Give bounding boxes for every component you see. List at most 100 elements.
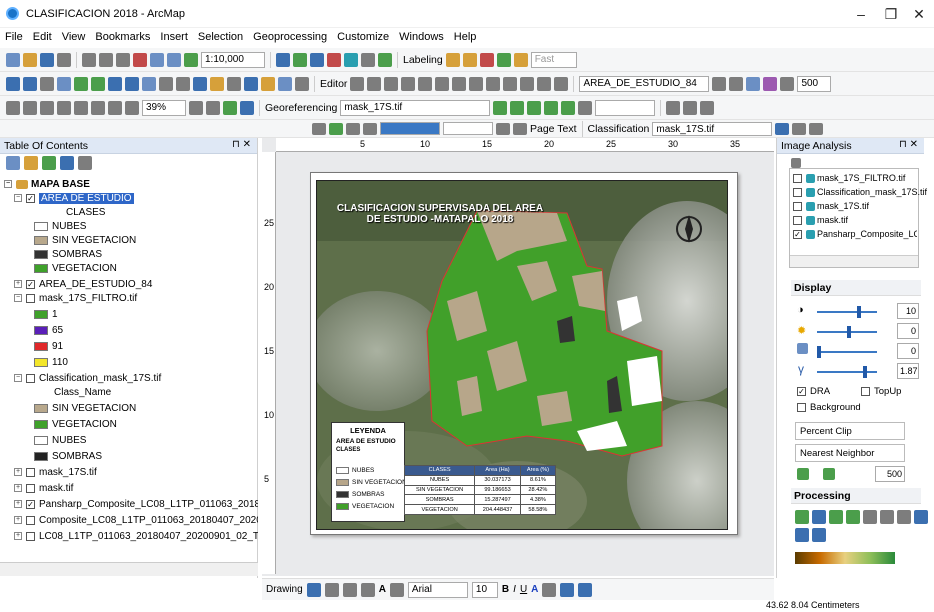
print-icon[interactable]: [57, 52, 71, 67]
list-by-selection-icon[interactable]: [60, 156, 74, 170]
shadow-icon[interactable]: [897, 510, 911, 524]
list-item[interactable]: mask_17S_FILTRO.tif: [793, 171, 905, 185]
target-layer-select[interactable]: AREA_DE_ESTUDIO_84: [579, 75, 710, 92]
first-page-icon[interactable]: [346, 122, 360, 135]
cut-icon[interactable]: [82, 52, 96, 67]
editor-menu[interactable]: Editor: [320, 78, 347, 90]
georef-layer-select[interactable]: mask_17S.tif: [340, 99, 491, 116]
georeferencing-menu[interactable]: Georeferencing: [265, 102, 337, 114]
brightness-value[interactable]: 0: [897, 323, 919, 339]
add-control-points-icon[interactable]: [493, 100, 508, 115]
list-item[interactable]: Classification_mask_17S.tif: [793, 185, 927, 199]
label-weight-icon[interactable]: [513, 52, 528, 67]
resampling-select[interactable]: Nearest Neighbor: [795, 444, 905, 462]
menu-view[interactable]: View: [57, 28, 91, 46]
view-unplaced-icon[interactable]: [496, 52, 511, 67]
labeling-menu[interactable]: Labeling: [403, 54, 443, 66]
toc-row[interactable]: 1: [34, 308, 58, 322]
map-scale-field[interactable]: 1:10,000: [201, 51, 265, 68]
clip-icon[interactable]: [795, 510, 809, 524]
cut-polygons-icon[interactable]: [469, 76, 484, 91]
toc-row[interactable]: + LC08_L1TP_011063_20180407_20200901_02_T…: [14, 530, 258, 544]
fixed-zoom-out-icon[interactable]: [91, 76, 105, 91]
toc-row[interactable]: 110: [34, 356, 68, 370]
menu-file[interactable]: File: [0, 28, 28, 46]
full-extent-icon[interactable]: [57, 76, 71, 91]
list-item[interactable]: ✓Pansharp_Composite_LC08_L: [793, 227, 917, 241]
font-size-select[interactable]: 10: [471, 581, 498, 598]
swipe-icon[interactable]: [746, 76, 761, 91]
transparency-slider-thumb[interactable]: [817, 346, 821, 358]
menu-windows[interactable]: Windows: [394, 28, 449, 46]
last-page-icon[interactable]: [513, 122, 527, 135]
ndvi-icon[interactable]: [829, 510, 843, 524]
flicker-rate-value[interactable]: 500: [875, 466, 905, 482]
brightness-slider-thumb[interactable]: [847, 326, 851, 338]
grid-icon[interactable]: [666, 100, 681, 115]
shift-icon[interactable]: [527, 100, 542, 115]
processing-section-header[interactable]: Processing: [791, 488, 921, 504]
minimize-button[interactable]: –: [846, 4, 876, 24]
layer-list-scrollbar[interactable]: [790, 255, 918, 267]
toc-row[interactable]: + mask.tif: [14, 482, 73, 496]
add-data-icon[interactable]: [184, 52, 198, 67]
zoom-in-icon[interactable]: [6, 76, 20, 91]
bold-icon[interactable]: B: [502, 584, 509, 595]
create-features-icon[interactable]: [554, 76, 569, 91]
page-number-field[interactable]: [443, 122, 493, 135]
list-item[interactable]: mask.tif: [793, 213, 848, 227]
graphics-icon[interactable]: [809, 122, 824, 135]
toc-row[interactable]: SOMBRAS: [34, 248, 102, 262]
underline-icon[interactable]: U: [520, 584, 527, 595]
viewer-icon[interactable]: [295, 76, 309, 91]
modelbuilder-icon[interactable]: [378, 52, 392, 67]
list-by-source-icon[interactable]: [24, 156, 38, 170]
swipe-icon[interactable]: [797, 468, 809, 480]
georef-value-field[interactable]: [595, 99, 656, 116]
straight-segment-icon[interactable]: [384, 76, 399, 91]
list-by-drawing-order-icon[interactable]: [6, 156, 20, 170]
toc-row[interactable]: SIN VEGETACION: [34, 234, 136, 248]
callout-icon[interactable]: [389, 582, 404, 597]
close-button[interactable]: ✕: [904, 4, 934, 24]
pan-icon[interactable]: [40, 76, 54, 91]
rotate-georef-icon[interactable]: [510, 100, 525, 115]
effects-icon[interactable]: [729, 76, 744, 91]
edit-annotation-icon[interactable]: [367, 76, 382, 91]
transparency-slider[interactable]: [817, 351, 877, 353]
focus-data-frame-icon[interactable]: [206, 100, 220, 115]
flicker-icon[interactable]: [823, 468, 835, 480]
export-icon[interactable]: [914, 510, 928, 524]
topup-checkbox[interactable]: TopUp: [861, 386, 901, 397]
point-icon[interactable]: [418, 76, 433, 91]
pin-icon[interactable]: ⊓ ✕: [899, 139, 918, 150]
page-layer-icon[interactable]: [329, 122, 343, 135]
toc-row[interactable]: NUBES: [34, 434, 86, 448]
drawing-menu[interactable]: Drawing: [266, 584, 303, 595]
flicker-icon[interactable]: [763, 76, 778, 91]
sample-manager-icon[interactable]: [792, 122, 807, 135]
classification-menu[interactable]: Classification: [588, 123, 650, 135]
line-color-icon[interactable]: [560, 582, 575, 597]
toc-row[interactable]: + ✓ AREA_DE_ESTUDIO_84: [14, 278, 152, 292]
list-item[interactable]: mask_17S.tif: [793, 199, 869, 213]
options-icon[interactable]: [78, 156, 92, 170]
attributes-icon[interactable]: [520, 76, 535, 91]
orthorectify-icon[interactable]: [863, 510, 877, 524]
time-slider-icon[interactable]: [278, 76, 292, 91]
layout-zoom-field[interactable]: 39%: [142, 99, 186, 116]
toc-icon[interactable]: [293, 52, 307, 67]
next-page-icon[interactable]: [496, 122, 510, 135]
hillshade-icon[interactable]: [880, 510, 894, 524]
zoom-to-selected-icon[interactable]: [342, 582, 357, 597]
font-color-icon[interactable]: A: [531, 584, 538, 595]
select-elements-icon[interactable]: [306, 582, 321, 597]
change-layout-icon[interactable]: [223, 100, 237, 115]
layer-tools-icon[interactable]: [712, 76, 727, 91]
toc-row[interactable]: − mask_17S_FILTRO.tif: [14, 292, 137, 306]
clear-selection-icon[interactable]: [159, 76, 173, 91]
back-icon[interactable]: [108, 76, 122, 91]
edit-vertices-icon[interactable]: [435, 76, 450, 91]
contrast-value[interactable]: 10: [897, 303, 919, 319]
toc-row[interactable]: − Classification_mask_17S.tif: [14, 372, 161, 386]
